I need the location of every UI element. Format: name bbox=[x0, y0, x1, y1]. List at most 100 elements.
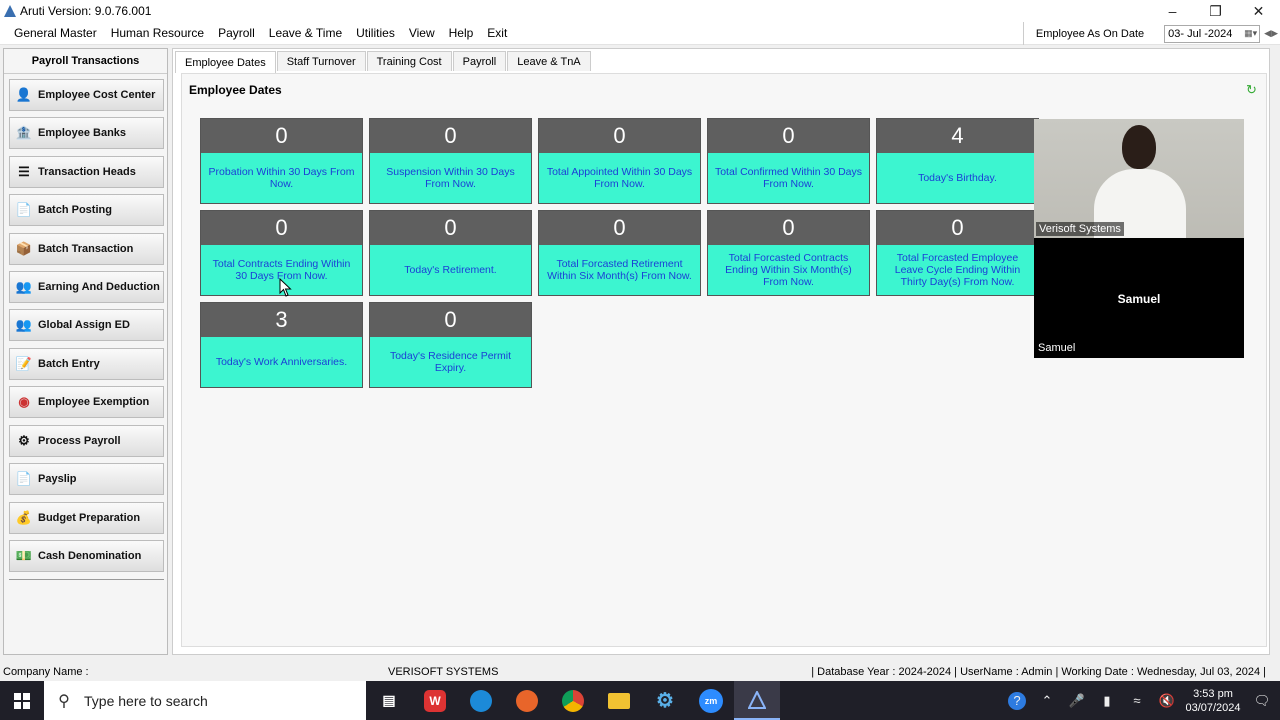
tile-count: 0 bbox=[201, 119, 362, 153]
taskbar-search-box[interactable]: ⚲ Type here to search bbox=[44, 681, 366, 720]
chrome-icon[interactable] bbox=[550, 681, 596, 720]
app-logo-icon bbox=[4, 5, 16, 17]
restore-button[interactable]: ❐ bbox=[1194, 0, 1237, 22]
sidebar-item-label: Cash Denomination bbox=[38, 550, 142, 562]
sidebar: Payroll Transactions 👤 Employee Cost Cent… bbox=[3, 48, 168, 655]
as-of-date-value: 03- Jul -2024 bbox=[1168, 27, 1233, 40]
help-icon[interactable]: ? bbox=[1002, 691, 1032, 710]
microphone-icon[interactable]: 🎤 bbox=[1062, 693, 1092, 709]
menu-general-master[interactable]: General Master bbox=[7, 26, 104, 40]
sidebar-item-employee-exemption[interactable]: ◉ Employee Exemption bbox=[9, 386, 164, 418]
aruti-app-icon[interactable] bbox=[734, 681, 780, 720]
calendar-dropdown-icon[interactable]: ▦▾ bbox=[1244, 28, 1257, 39]
menu-payroll[interactable]: Payroll bbox=[211, 26, 262, 40]
as-of-date-label: Employee As On Date bbox=[1022, 22, 1164, 45]
sidebar-item-budget-preparation[interactable]: 💰 Budget Preparation bbox=[9, 502, 164, 534]
tile-label: Total Forcasted Retirement Within Six Mo… bbox=[539, 245, 700, 295]
speaker-muted-icon[interactable]: 🔇 bbox=[1152, 693, 1182, 709]
batch-entry-icon: 📝 bbox=[15, 356, 33, 371]
menu-view[interactable]: View bbox=[402, 26, 442, 40]
status-bar: Company Name : VERISOFT SYSTEMS | Databa… bbox=[0, 663, 1280, 681]
title-bar: Aruti Version: 9.0.76.001 – ❐ ✕ bbox=[0, 0, 1280, 22]
sidebar-item-label: Global Assign ED bbox=[38, 319, 130, 331]
zoom-icon[interactable]: zm bbox=[688, 681, 734, 720]
notifications-icon[interactable]: 🗨 bbox=[1244, 693, 1280, 709]
taskbar: ⚲ Type here to search ▤ W ⚙ zm ? ⌃ 🎤 ▮ ≈… bbox=[0, 681, 1280, 720]
menu-leave-time[interactable]: Leave & Time bbox=[262, 26, 349, 40]
tile-confirmed[interactable]: 0 Total Confirmed Within 30 Days From No… bbox=[707, 118, 870, 204]
sidebar-item-label: Earning And Deduction bbox=[38, 281, 160, 293]
battery-icon[interactable]: ▮ bbox=[1092, 693, 1122, 709]
camera-feed: Verisoft Systems bbox=[1034, 119, 1244, 238]
wps-office-icon[interactable]: W bbox=[412, 681, 458, 720]
tile-birthday[interactable]: 4 Today's Birthday. bbox=[876, 118, 1039, 204]
file-explorer-icon[interactable] bbox=[596, 681, 642, 720]
process-payroll-icon: ⚙ bbox=[18, 433, 30, 448]
tab-staff-turnover[interactable]: Staff Turnover bbox=[276, 51, 366, 71]
windows-start-button[interactable] bbox=[0, 681, 44, 720]
tile-residence-permit[interactable]: 0 Today's Residence Permit Expiry. bbox=[369, 302, 532, 388]
menu-help[interactable]: Help bbox=[442, 26, 481, 40]
menu-human-resource[interactable]: Human Resource bbox=[104, 26, 211, 40]
sidebar-item-cash-denomination[interactable]: 💵 Cash Denomination bbox=[9, 540, 164, 572]
earning-deduction-icon: 👥 bbox=[15, 279, 33, 294]
firefox-icon[interactable] bbox=[504, 681, 550, 720]
sidebar-item-label: Employee Cost Center bbox=[38, 89, 156, 101]
sidebar-item-label: Batch Posting bbox=[38, 204, 112, 216]
sidebar-item-employee-banks[interactable]: 🏦 Employee Banks bbox=[9, 117, 164, 149]
tab-leave-tna[interactable]: Leave & TnA bbox=[507, 51, 591, 71]
camera-feed-label: Verisoft Systems bbox=[1036, 222, 1124, 236]
sidebar-item-process-payroll[interactable]: ⚙ Process Payroll bbox=[9, 425, 164, 457]
tile-count: 0 bbox=[370, 119, 531, 153]
refresh-icon[interactable]: ↻ bbox=[1246, 83, 1260, 97]
tab-payroll[interactable]: Payroll bbox=[452, 51, 507, 71]
tab-training-cost[interactable]: Training Cost bbox=[366, 51, 452, 71]
tile-forecast-leave-cycle[interactable]: 0 Total Forcasted Employee Leave Cycle E… bbox=[876, 210, 1039, 296]
transaction-heads-icon: ☰ bbox=[18, 164, 30, 179]
tab-employee-dates[interactable]: Employee Dates bbox=[175, 51, 276, 73]
search-placeholder: Type here to search bbox=[84, 692, 208, 709]
tile-label: Suspension Within 30 Days From Now. bbox=[370, 153, 531, 203]
tile-work-anniversaries[interactable]: 3 Today's Work Anniversaries. bbox=[200, 302, 363, 388]
as-of-date-picker[interactable]: 03- Jul -2024 ▦▾ bbox=[1164, 24, 1261, 43]
settings-icon[interactable]: ⚙ bbox=[642, 681, 688, 720]
tile-label: Today's Retirement. bbox=[370, 245, 531, 295]
sidebar-item-label: Batch Transaction bbox=[38, 243, 134, 255]
sidebar-item-transaction-heads[interactable]: ☰ Transaction Heads bbox=[9, 156, 164, 188]
menu-exit[interactable]: Exit bbox=[480, 26, 514, 40]
sidebar-item-batch-entry[interactable]: 📝 Batch Entry bbox=[9, 348, 164, 380]
sidebar-item-earning-and-deduction[interactable]: 👥 Earning And Deduction bbox=[9, 271, 164, 303]
tile-label: Total Forcasted Employee Leave Cycle End… bbox=[877, 245, 1038, 295]
tile-count: 0 bbox=[539, 119, 700, 153]
menu-utilities[interactable]: Utilities bbox=[349, 26, 402, 40]
sidebar-item-batch-posting[interactable]: 📄 Batch Posting bbox=[9, 194, 164, 226]
sidebar-item-employee-cost-center[interactable]: 👤 Employee Cost Center bbox=[9, 79, 164, 111]
sidebar-item-batch-transaction[interactable]: 📦 Batch Transaction bbox=[9, 233, 164, 265]
edge-browser-icon[interactable] bbox=[458, 681, 504, 720]
sidebar-item-global-assign-ed[interactable]: 👥 Global Assign ED bbox=[9, 309, 164, 341]
system-tray: ? ⌃ 🎤 ▮ ≈ 🔇 3:53 pm 03/07/2024 🗨 bbox=[1002, 681, 1280, 720]
mouse-cursor-icon bbox=[279, 278, 292, 297]
close-button[interactable]: ✕ bbox=[1237, 0, 1280, 22]
chevron-up-icon[interactable]: ⌃ bbox=[1032, 693, 1062, 709]
sidebar-item-payslip[interactable]: 📄 Payslip bbox=[9, 463, 164, 495]
sidebar-item-label: Batch Entry bbox=[38, 358, 100, 370]
tile-label: Total Forcasted Contracts Ending Within … bbox=[708, 245, 869, 295]
tile-appointed[interactable]: 0 Total Appointed Within 30 Days From No… bbox=[538, 118, 701, 204]
tile-forecast-contracts[interactable]: 0 Total Forcasted Contracts Ending Withi… bbox=[707, 210, 870, 296]
task-view-icon[interactable]: ▤ bbox=[366, 681, 412, 720]
tile-label: Today's Residence Permit Expiry. bbox=[370, 337, 531, 387]
taskbar-clock[interactable]: 3:53 pm 03/07/2024 bbox=[1182, 687, 1244, 715]
participant-head bbox=[1122, 125, 1156, 169]
minimize-button[interactable]: – bbox=[1151, 0, 1194, 22]
tile-forecast-retirement[interactable]: 0 Total Forcasted Retirement Within Six … bbox=[538, 210, 701, 296]
windows-logo-icon bbox=[14, 692, 30, 709]
tile-probation[interactable]: 0 Probation Within 30 Days From Now. bbox=[200, 118, 363, 204]
menu-scroll-arrows-icon[interactable]: ◀▶ bbox=[1264, 28, 1278, 39]
tile-retirement[interactable]: 0 Today's Retirement. bbox=[369, 210, 532, 296]
cash-icon: 💵 bbox=[15, 548, 33, 563]
company-name-value: VERISOFT SYSTEMS bbox=[388, 666, 499, 678]
global-assign-icon: 👥 bbox=[15, 317, 33, 332]
tile-suspension[interactable]: 0 Suspension Within 30 Days From Now. bbox=[369, 118, 532, 204]
wifi-icon[interactable]: ≈ bbox=[1122, 693, 1152, 708]
